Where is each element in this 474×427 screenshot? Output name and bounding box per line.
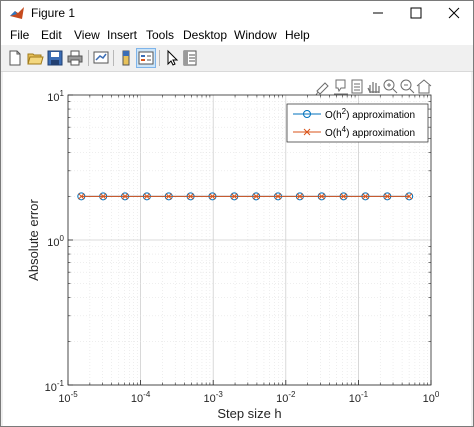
save-icon[interactable] xyxy=(46,49,64,67)
menu-bar: File Edit View Insert Tools Desktop Wind… xyxy=(1,25,473,45)
title-bar: Figure 1 xyxy=(1,1,473,25)
home-icon[interactable] xyxy=(416,79,432,94)
edit-plot-icon[interactable] xyxy=(163,49,181,67)
matlab-icon xyxy=(10,7,24,19)
minimize-button[interactable] xyxy=(359,1,397,25)
legend-icon[interactable] xyxy=(136,48,156,68)
menu-window[interactable]: Window xyxy=(234,28,277,42)
figure-canvas: 10-5 10-4 10-3 10-2 10-1 100 10-1 100 101 Step … xyxy=(3,72,471,426)
y-tick-label: 100 xyxy=(47,234,64,249)
legend[interactable]: O(h2) approximation O(h4) approximation xyxy=(286,103,429,143)
window-title: Figure 1 xyxy=(31,6,76,20)
toolbar-separator xyxy=(113,50,114,66)
x-axis-label: Step size h xyxy=(217,406,281,421)
rotate-icon[interactable] xyxy=(351,79,363,94)
menu-help[interactable]: Help xyxy=(285,28,310,42)
print-icon[interactable] xyxy=(66,49,84,67)
property-inspector-icon[interactable] xyxy=(181,49,199,67)
menu-edit[interactable]: Edit xyxy=(41,28,62,42)
brush-icon[interactable] xyxy=(315,82,329,96)
pan-icon[interactable] xyxy=(367,82,380,93)
toolbar-separator xyxy=(159,50,160,66)
toolbar-separator xyxy=(88,50,89,66)
menu-insert[interactable]: Insert xyxy=(107,28,137,42)
zoom-out-icon[interactable] xyxy=(400,79,415,94)
menu-tools[interactable]: Tools xyxy=(146,28,174,42)
axes-toolbar xyxy=(315,79,432,96)
maximize-button[interactable] xyxy=(397,1,435,25)
y-tick-label: 101 xyxy=(47,89,64,104)
x-tick-label: 10-1 xyxy=(349,390,369,405)
colorbar-icon[interactable] xyxy=(117,49,135,67)
figure-toolbar xyxy=(1,45,473,72)
chart: 10-5 10-4 10-3 10-2 10-1 100 10-1 100 101 Step … xyxy=(26,79,440,421)
x-tick-label: 10-3 xyxy=(204,390,224,405)
x-tick-label: 10-4 xyxy=(131,390,151,405)
menu-file[interactable]: File xyxy=(10,28,29,42)
y-tick-labels: 10-1 100 101 xyxy=(45,89,65,394)
menu-desktop[interactable]: Desktop xyxy=(183,28,227,42)
data-tips-icon[interactable] xyxy=(334,79,348,95)
figure-window: Figure 1 File Edit View Insert Tools Des… xyxy=(0,0,474,427)
open-file-icon[interactable] xyxy=(26,49,44,67)
menu-view[interactable]: View xyxy=(74,28,100,42)
x-tick-labels: 10-5 10-4 10-3 10-2 10-1 100 xyxy=(58,390,440,405)
close-button[interactable] xyxy=(435,1,473,25)
y-axis-label: Absolute error xyxy=(26,199,41,281)
legend-label-series-1: O(h2) approximation xyxy=(325,107,415,121)
x-tick-label: 10-5 xyxy=(58,390,78,405)
x-tick-label: 100 xyxy=(423,390,440,405)
link-plot-icon[interactable] xyxy=(92,49,110,67)
zoom-in-icon[interactable] xyxy=(383,79,398,94)
new-figure-icon[interactable] xyxy=(6,49,24,67)
legend-label-series-2: O(h4) approximation xyxy=(325,125,415,139)
y-tick-label: 10-1 xyxy=(45,379,65,394)
x-tick-label: 10-2 xyxy=(276,390,296,405)
series-layer xyxy=(77,192,414,201)
